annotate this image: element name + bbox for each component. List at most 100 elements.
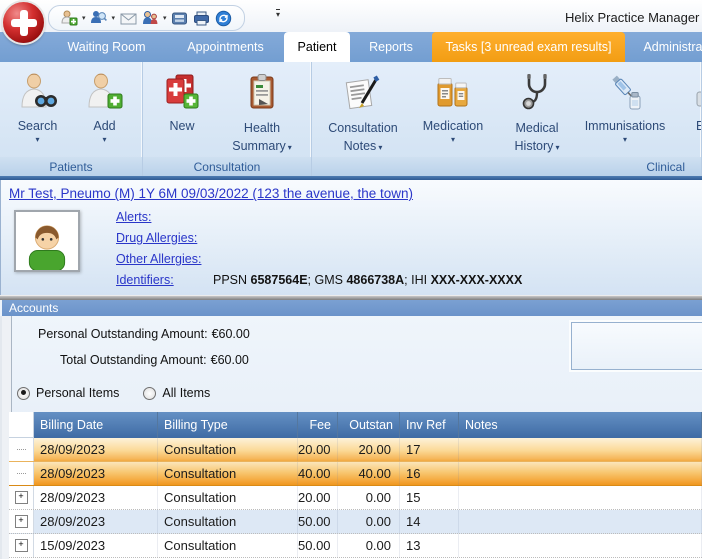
table-header: Billing Date Billing Type Fee Outstan In…	[9, 412, 702, 438]
tab-patient[interactable]: Patient	[284, 32, 350, 62]
tab-waiting-room[interactable]: Waiting Room	[46, 32, 167, 62]
cell-outstanding: 0.00	[338, 510, 400, 533]
health-summary-button[interactable]: Health Summary ▾	[217, 65, 307, 155]
chevron-down-icon: ▾	[555, 143, 560, 152]
column-header-fee[interactable]: Fee	[298, 412, 338, 438]
sync-icon[interactable]	[214, 8, 234, 28]
ribbon-group-clinical: Consultation Notes ▾ Medication ▾ Medical…	[312, 62, 702, 176]
filter-personal-items[interactable]: Personal Items	[17, 386, 119, 400]
group-label-patients: Patients	[0, 157, 142, 176]
print-icon[interactable]	[192, 8, 212, 28]
cell-inv-ref: 16	[400, 462, 459, 485]
chevron-down-icon: ▾	[450, 134, 455, 144]
tab-reports[interactable]: Reports	[350, 32, 432, 62]
button-label: Health Summary	[232, 121, 286, 153]
alerts-link[interactable]: Alerts:	[116, 210, 201, 231]
button-label: Add	[93, 119, 116, 133]
app-menu-button[interactable]	[3, 2, 44, 43]
drug-allergies-link[interactable]: Drug Allergies:	[116, 231, 201, 252]
column-header-outstanding[interactable]: Outstan	[338, 412, 400, 438]
patient-identifiers: PPSN 6587564E; GMS 4866738A; IHI XXX-XXX…	[213, 273, 523, 287]
patient-banner: Mr Test, Pneumo (M) 1Y 6M 09/03/2022 (12…	[0, 180, 702, 295]
tab-tasks[interactable]: Tasks [3 unread exam results]	[432, 32, 625, 62]
button-label: Medical History	[514, 121, 559, 153]
add-patient-button[interactable]: Add ▾	[71, 65, 138, 145]
medication-icon	[432, 67, 474, 119]
ribbon-group-patients: Search ▾ Add ▾ Patients	[0, 62, 143, 176]
other-allergies-link[interactable]: Other Allergies:	[116, 252, 201, 273]
table-row[interactable]: 28/09/2023 Consultation 40.00 40.00 16	[9, 462, 702, 486]
tab-appointments[interactable]: Appointments	[167, 32, 284, 62]
cell-billing-type: Consultation	[158, 486, 298, 509]
expand-row-button[interactable]	[14, 539, 28, 552]
immunisations-button[interactable]: Immunisations ▾	[578, 65, 672, 145]
button-label: New	[169, 119, 195, 133]
consultation-notes-icon	[342, 67, 384, 119]
cell-outstanding: 0.00	[338, 534, 400, 557]
add-patient-icon	[84, 67, 126, 119]
total-outstanding-amount: Total Outstanding Amount: €60.00	[60, 353, 249, 367]
items-filter: Personal Items All Items	[17, 386, 210, 400]
billing-table: Billing Date Billing Type Fee Outstan In…	[9, 412, 702, 559]
cell-fee: 50.00	[298, 534, 338, 557]
table-row[interactable]: 28/09/2023 Consultation 20.00 0.00 15	[9, 486, 702, 510]
expand-row-button[interactable]	[14, 491, 28, 504]
medication-button[interactable]: Medication ▾	[410, 65, 496, 145]
accounts-section-header: Accounts	[0, 300, 702, 316]
cell-inv-ref: 13	[400, 534, 459, 557]
column-header-billing-type[interactable]: Billing Type	[158, 412, 298, 438]
button-label: Consultation Notes	[328, 121, 398, 153]
cell-fee: 20.00	[298, 438, 338, 461]
helix-practice-manager-window: ▾ ▾ ▾ ▾ Helix Practice Manager - Waiting…	[0, 0, 702, 559]
medical-history-button[interactable]: Medical History ▾	[496, 65, 578, 155]
new-consultation-button[interactable]: New	[147, 65, 217, 135]
chevron-down-icon: ▾	[102, 134, 107, 144]
table-row[interactable]: 28/09/2023 Consultation 50.00 0.00 14	[9, 510, 702, 534]
identifiers-link[interactable]: Identifiers:	[116, 273, 201, 294]
button-label: Exam	[696, 119, 701, 135]
cell-outstanding: 0.00	[338, 486, 400, 509]
button-label: Search	[17, 119, 58, 133]
column-header-notes[interactable]: Notes	[459, 412, 702, 438]
fax-icon[interactable]	[170, 8, 190, 28]
chevron-down-icon[interactable]: ▾	[163, 14, 167, 22]
personal-outstanding-amount: Personal Outstanding Amount: €60.00	[38, 327, 250, 341]
expand-row-button[interactable]	[14, 515, 28, 528]
consultation-notes-button[interactable]: Consultation Notes ▾	[316, 65, 410, 155]
column-header-inv-ref[interactable]: Inv Ref	[400, 412, 459, 438]
table-row[interactable]: 28/09/2023 Consultation 20.00 20.00 17	[9, 438, 702, 462]
cell-billing-date: 15/09/2023	[34, 534, 158, 557]
chevron-down-icon[interactable]: ▾	[112, 14, 116, 22]
toolbar-overflow-button[interactable]: ▾	[276, 9, 281, 19]
row-gutter	[9, 534, 34, 557]
patient-avatar	[14, 210, 80, 272]
row-gutter	[9, 438, 34, 461]
chevron-down-icon: ▾	[35, 134, 40, 144]
patient-summary-link[interactable]: Mr Test, Pneumo (M) 1Y 6M 09/03/2022 (12…	[9, 186, 413, 201]
row-gutter	[9, 486, 34, 509]
examinations-button[interactable]: Exam ▾	[672, 65, 701, 145]
cell-billing-date: 28/09/2023	[34, 510, 158, 533]
cell-fee: 20.00	[298, 486, 338, 509]
group-label-clinical: Clinical	[312, 157, 701, 176]
column-header-billing-date[interactable]: Billing Date	[34, 412, 158, 438]
cell-fee: 50.00	[298, 510, 338, 533]
tree-stub-icon	[16, 449, 26, 450]
filter-all-items[interactable]: All Items	[143, 386, 210, 400]
search-patient-button[interactable]: Search ▾	[4, 65, 71, 145]
find-patient-icon[interactable]	[89, 8, 109, 28]
ribbon-tabs: Waiting Room Appointments Patient Report…	[0, 32, 702, 62]
cell-inv-ref: 17	[400, 438, 459, 461]
cell-notes	[459, 462, 702, 485]
family-icon[interactable]	[140, 8, 160, 28]
add-patient-icon[interactable]	[59, 8, 79, 28]
tab-administration[interactable]: Administra	[625, 32, 702, 62]
table-row[interactable]: 15/09/2023 Consultation 50.00 0.00 13	[9, 534, 702, 558]
immunisations-icon	[604, 67, 646, 119]
row-gutter	[9, 462, 34, 485]
chevron-down-icon[interactable]: ▾	[82, 14, 86, 22]
window-title: Helix Practice Manager -	[565, 10, 702, 25]
mail-icon[interactable]	[118, 8, 138, 28]
title-bar: ▾ ▾ ▾ ▾ Helix Practice Manager -	[0, 0, 702, 32]
cell-outstanding: 40.00	[338, 462, 400, 485]
